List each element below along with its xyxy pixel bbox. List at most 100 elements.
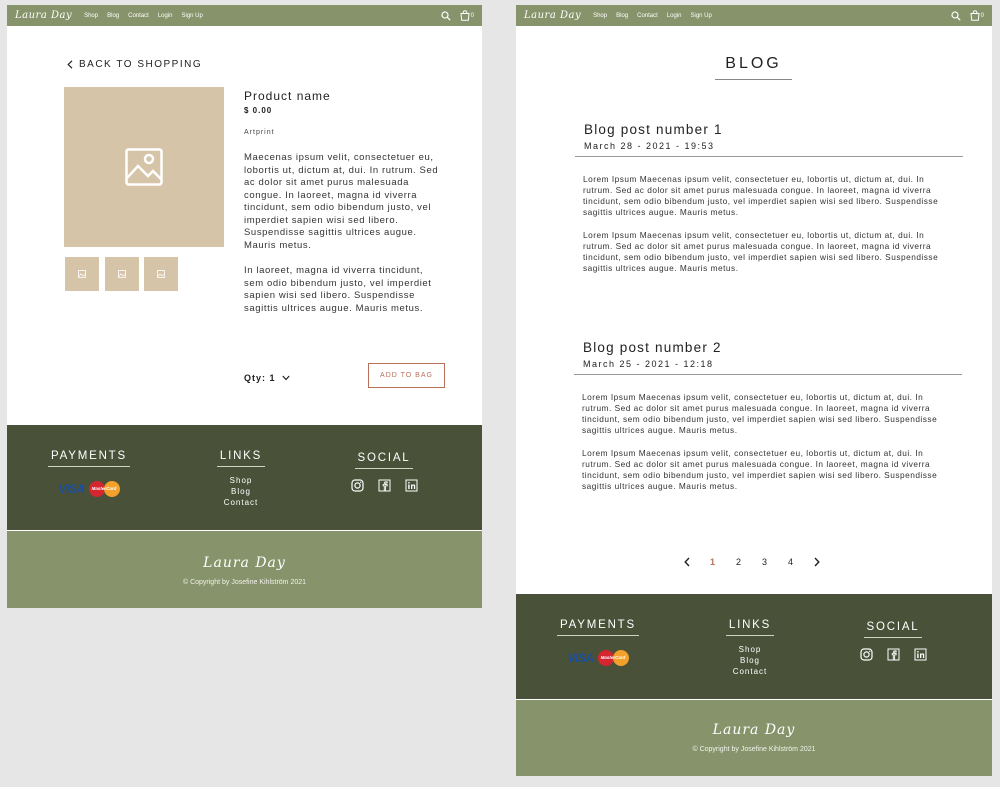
nav-link-contact[interactable]: Contact [128,13,149,19]
brand-logo[interactable]: Laura Day [524,10,581,21]
footer-payments: PAYMENTS VISA MasterCard [45,446,133,497]
footer-social: SOCIAL [350,448,418,492]
social-heading: SOCIAL [354,452,414,469]
page-1-link[interactable]: 1 [710,557,716,567]
visa-logo: VISA [58,482,85,496]
footer-link-shop[interactable]: Shop [724,644,776,655]
chevron-down-icon [281,375,290,381]
linkedin-icon[interactable] [914,648,927,661]
back-to-shopping-link[interactable]: BACK TO SHOPPING [67,59,202,70]
social-heading: SOCIAL [863,621,923,638]
product-thumbnail-1[interactable] [65,257,99,291]
top-nav: Laura Day Shop Blog Contact Login Sign U… [7,5,482,26]
footer-link-blog[interactable]: Blog [215,486,267,497]
product-main-image [64,87,224,247]
top-nav: Laura Day Shop Blog Contact Login Sign U… [516,5,992,26]
footer-top: PAYMENTS VISA MasterCard LINKS Shop Blog… [7,425,482,530]
footer-links: LINKS Shop Blog Contact [724,615,776,677]
product-price: $ 0.00 [244,106,273,115]
footer-payments: PAYMENTS VISA MasterCard [554,615,642,666]
post-date: March 25 - 2021 - 12:18 [574,359,962,375]
linkedin-icon[interactable] [405,479,418,492]
brand-logo[interactable]: Laura Day [15,10,72,21]
payments-heading: PAYMENTS [557,619,639,636]
product-type: Artprint [244,129,275,136]
visa-logo: VISA [567,651,594,665]
nav-link-signup[interactable]: Sign Up [182,13,203,19]
footer-bottom: Laura Day © Copyright by Josefine Kihlst… [7,531,482,608]
nav-link-contact[interactable]: Contact [637,13,658,19]
nav-link-blog[interactable]: Blog [107,13,119,19]
quantity-label: Qty: 1 [244,373,276,383]
copyright-text: © Copyright by Josefine Kihlström 2021 [182,579,307,586]
image-placeholder-icon [157,270,165,278]
cart-count: 0 [470,12,474,19]
page-4-link[interactable]: 4 [788,557,794,567]
post-title[interactable]: Blog post number 1 [584,122,955,137]
search-icon[interactable] [951,10,961,21]
product-page-frame: Laura Day Shop Blog Contact Login Sign U… [7,5,482,608]
footer-brand: Laura Day [203,555,286,571]
page-title: BLOG [715,55,792,80]
footer-link-contact[interactable]: Contact [724,666,776,677]
quantity-select[interactable]: Qty: 1 [244,373,290,383]
footer-link-list: Shop Blog Contact [724,644,776,677]
bag-icon[interactable]: 0 [460,10,474,21]
post-paragraph: Lorem Ipsum Maecenas ipsum velit, consec… [582,392,938,435]
chevron-left-icon[interactable] [684,557,690,567]
footer-bottom: Laura Day © Copyright by Josefine Kihlst… [516,700,992,776]
nav-link-signup[interactable]: Sign Up [691,13,712,19]
social-icon-list [350,479,418,492]
product-description: In laoreet, magna id viverra tincidunt, … [244,265,432,314]
nav-link-blog[interactable]: Blog [616,13,628,19]
image-placeholder-icon [118,270,126,278]
bag-icon[interactable]: 0 [970,10,984,21]
post-paragraph: Lorem Ipsum Maecenas ipsum velit, consec… [583,230,939,273]
blog-page-frame: Laura Day Shop Blog Contact Login Sign U… [516,5,992,776]
blog-post: Blog post number 2 March 25 - 2021 - 12:… [574,340,962,492]
page-3-link[interactable]: 3 [762,557,768,567]
footer-link-shop[interactable]: Shop [215,475,267,486]
facebook-icon[interactable] [887,648,900,661]
image-placeholder-icon [125,148,163,186]
search-icon[interactable] [441,10,451,21]
post-paragraph: Lorem Ipsum Maecenas ipsum velit, consec… [582,448,938,491]
add-to-bag-button[interactable]: ADD TO BAG [368,363,445,388]
product-thumbnail-2[interactable] [105,257,139,291]
page-2-link[interactable]: 2 [736,557,742,567]
footer-social: SOCIAL [859,617,927,661]
product-thumbnail-3[interactable] [144,257,178,291]
payment-cards: VISA MasterCard [554,650,642,666]
footer-link-blog[interactable]: Blog [724,655,776,666]
footer-top: PAYMENTS VISA MasterCard LINKS Shop Blog… [516,594,992,699]
mastercard-logo: MasterCard [88,481,120,497]
post-date: March 28 - 2021 - 19:53 [575,141,963,157]
facebook-icon[interactable] [378,479,391,492]
post-title[interactable]: Blog post number 2 [583,340,954,355]
copyright-text: © Copyright by Josefine Kihlström 2021 [692,746,816,753]
links-heading: LINKS [725,619,775,636]
social-icon-list [859,648,927,661]
footer-brand: Laura Day [712,722,796,738]
nav-link-login[interactable]: Login [667,13,682,19]
blog-post: Blog post number 1 March 28 - 2021 - 19:… [575,122,963,274]
pagination: 1 2 3 4 [684,557,820,567]
instagram-icon[interactable] [859,648,873,661]
nav-link-shop[interactable]: Shop [84,13,98,19]
chevron-right-icon[interactable] [814,557,820,567]
payment-cards: VISA MasterCard [45,481,133,497]
nav-link-login[interactable]: Login [158,13,173,19]
nav-link-shop[interactable]: Shop [593,13,607,19]
image-placeholder-icon [78,270,86,278]
product-description: Maecenas ipsum velit, consectetuer eu, l… [244,152,439,251]
back-link-label: BACK TO SHOPPING [79,59,203,70]
mastercard-logo: MasterCard [597,650,629,666]
footer-link-list: Shop Blog Contact [215,475,267,508]
links-heading: LINKS [216,450,266,467]
footer-link-contact[interactable]: Contact [215,497,267,508]
instagram-icon[interactable] [350,479,364,492]
product-info: Product name $ 0.00 Artprint Maecenas ip… [244,89,444,315]
payments-heading: PAYMENTS [48,450,130,467]
post-paragraph: Lorem Ipsum Maecenas ipsum velit, consec… [583,174,939,217]
product-name: Product name [244,89,331,103]
